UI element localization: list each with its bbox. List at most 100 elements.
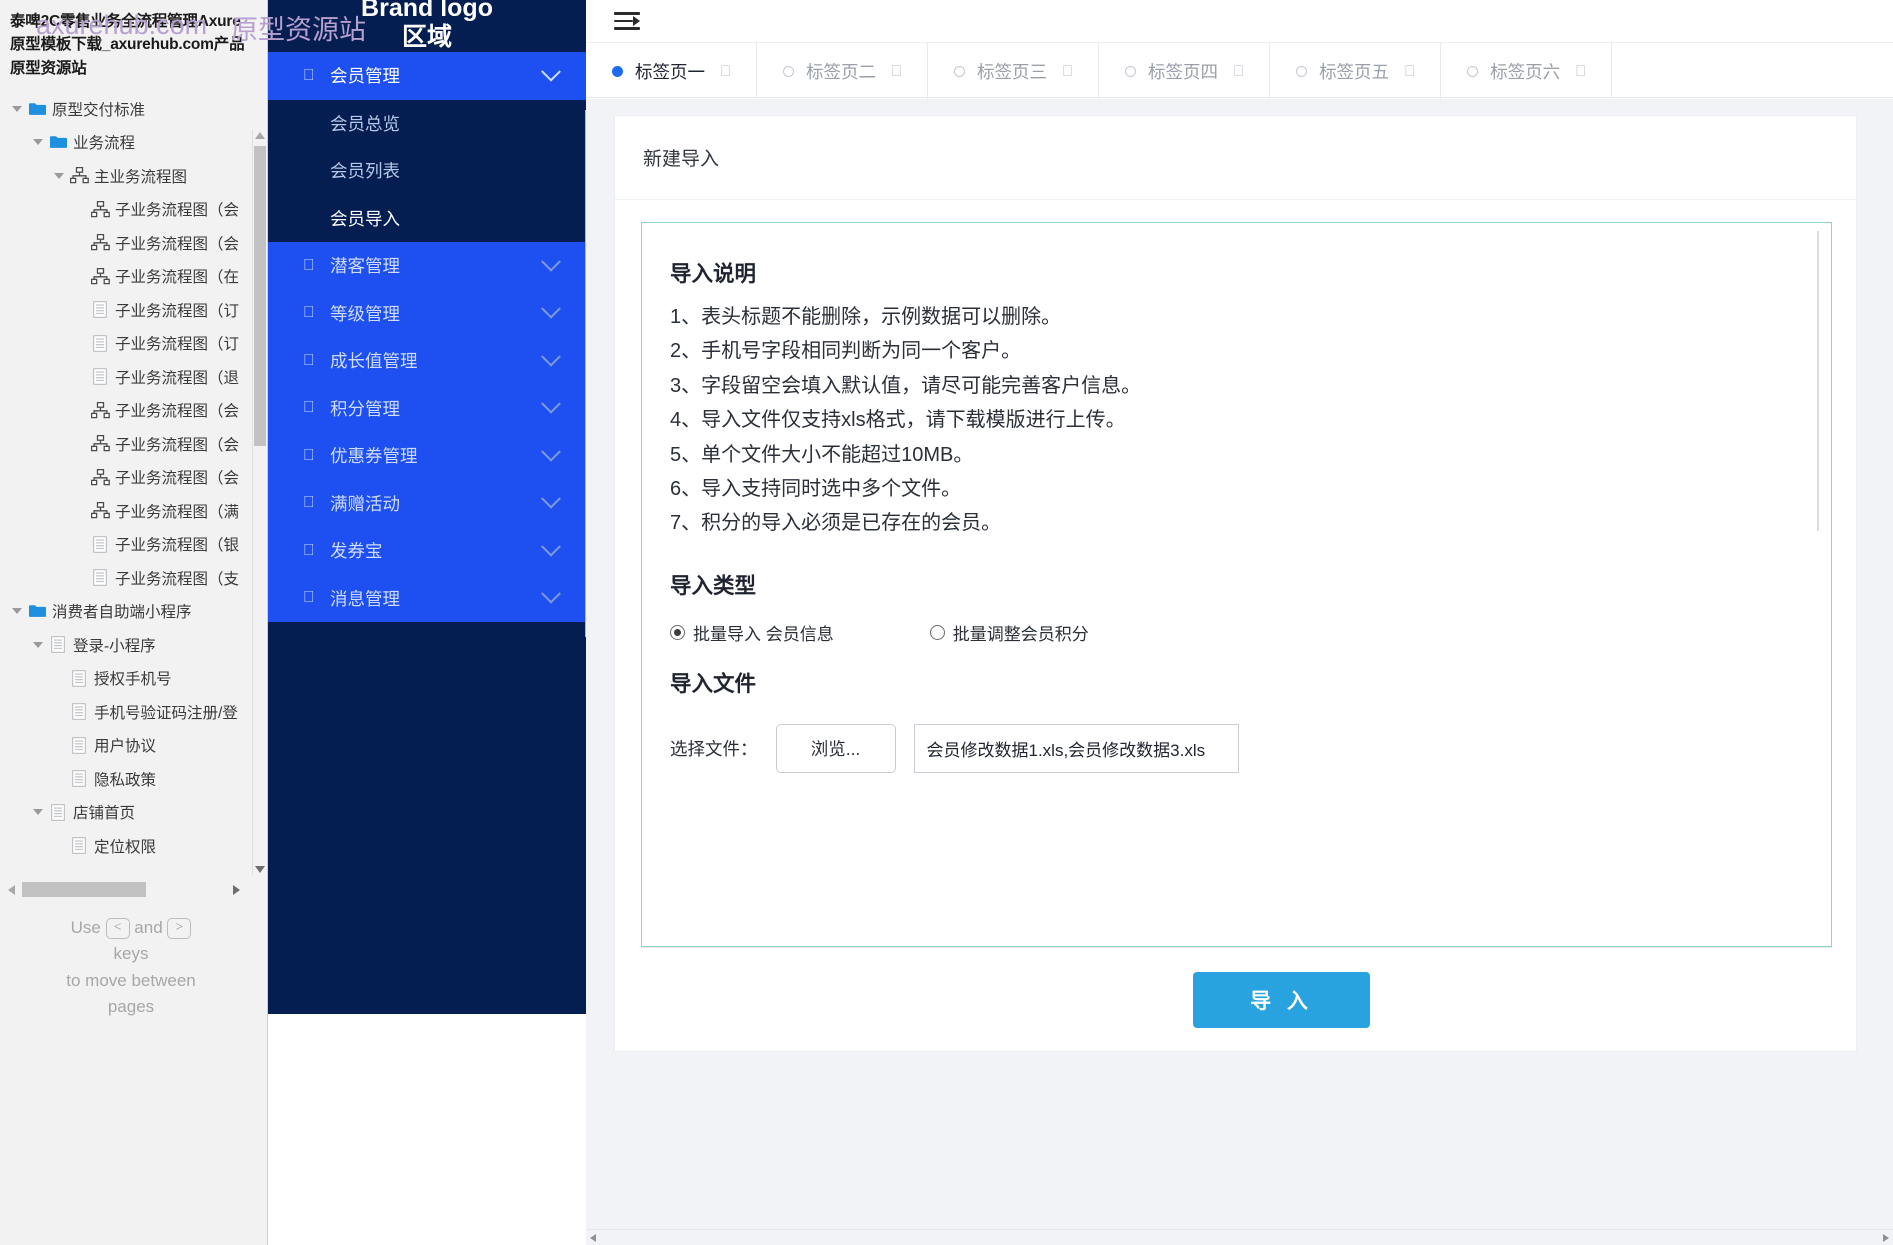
tree-item[interactable]: 子业务流程图（订 [0,326,267,360]
chevron-down-icon[interactable] [541,61,561,82]
tree-item[interactable]: 子业务流程图（会 [0,460,267,494]
radio-button[interactable] [929,624,945,640]
nav-item-label: 会员管理 [330,66,400,87]
tab-6[interactable]: 标签页六 ⎕ [1441,43,1613,99]
expand-caret-icon[interactable] [50,172,68,179]
nav-item-9[interactable]: ⎕ 满赠活动 [268,479,586,527]
instructions-scroll-indicator[interactable] [1817,231,1819,531]
browse-button[interactable]: 浏览... [775,723,896,773]
tree-item[interactable]: 子业务流程图（会 [0,393,267,427]
nav-item-label: 消息管理 [330,588,400,609]
chevron-down-icon[interactable] [541,536,561,557]
tab-status-dot [1467,65,1479,77]
page-horizontal-scrollbar[interactable] [586,1229,1893,1245]
scrollbar-thumb-horizontal[interactable] [22,882,146,897]
expand-caret-icon[interactable] [29,809,47,815]
tree-item[interactable]: 子业务流程图（银 [0,527,267,561]
scroll-up-icon[interactable] [255,132,265,139]
tab-bar[interactable]: 标签页一 ⎕ 标签页二 ⎕ 标签页三 ⎕ 标签页四 ⎕ 标签页五 ⎕ 标签页六 ⎕ [586,42,1893,99]
prev-page-key[interactable]: < [105,918,130,939]
nav-item-8[interactable]: ⎕ 优惠券管理 [268,432,586,480]
tree-item-label: 子业务流程图（在 [115,269,240,286]
nav-item-4[interactable]: ⎕ 潜客管理 [268,242,586,290]
tree-item[interactable]: 子业务流程图（退 [0,360,267,394]
page-scroll-left-icon[interactable] [590,1234,596,1242]
tree-item[interactable]: 用户协议 [0,728,267,762]
nav-item-3[interactable]: 会员导入 [268,194,586,242]
brand-logo: Brand logo区域 [268,0,586,52]
tree-item[interactable]: 定位权限 [0,829,267,863]
sitemap-tree[interactable]: 原型交付标准 业务流程 主业务流程图 子业务流程图（会 子业务流程图（会 子业务流程图（在… [0,84,267,863]
scrollbar-thumb[interactable] [254,146,266,446]
tree-item[interactable]: 子业务流程图（支 [0,561,267,595]
close-icon[interactable]: ⎕ [1576,63,1585,80]
scroll-right-icon[interactable] [233,885,240,895]
app-sidebar[interactable]: Brand logo区域 ⎕ 会员管理 会员总览 会员列表 会员导入 ⎕ 潜客管理 ⎕ 等级管理… [268,0,586,1014]
tree-horizontal-scrollbar[interactable] [4,880,262,898]
import-button[interactable]: 导 入 [1193,971,1370,1028]
chevron-down-icon[interactable] [541,441,561,462]
nav-item-0[interactable]: ⎕ 会员管理 [268,52,586,100]
nav-item-10[interactable]: ⎕ 发券宝 [268,527,586,575]
tree-vertical-scrollbar[interactable] [252,130,266,875]
tree-item[interactable]: 店铺首页 [0,795,267,829]
import-type-option-2[interactable]: 批量调整会员积分 [929,620,1089,645]
nav-item-7[interactable]: ⎕ 积分管理 [268,384,586,432]
chevron-down-icon[interactable] [541,346,561,367]
page-icon [68,736,90,754]
tree-item[interactable]: 登录-小程序 [0,628,267,662]
menu-collapse-icon[interactable] [614,11,640,31]
radio-button[interactable] [670,624,685,640]
chevron-down-icon[interactable] [541,299,561,319]
tab-1[interactable]: 标签页一 ⎕ [586,43,758,99]
tree-item[interactable]: 隐私政策 [0,762,267,796]
tree-item[interactable]: 消费者自助端小程序 [0,594,267,628]
tree-item[interactable]: 子业务流程图（会 [0,192,267,226]
next-page-key[interactable]: > [167,918,192,939]
nav-item-6[interactable]: ⎕ 成长值管理 [268,337,586,385]
expand-caret-icon[interactable] [29,139,47,145]
chevron-down-icon[interactable] [541,489,561,509]
scroll-down-icon[interactable] [255,866,265,873]
import-type-option-1[interactable]: 批量导入 会员信息 [670,620,834,645]
tab-label: 标签页一 [635,61,705,82]
tree-item[interactable]: 授权手机号 [0,661,267,695]
page-scroll-right-icon[interactable] [1883,1234,1889,1242]
nav-item-5[interactable]: ⎕ 等级管理 [268,289,586,337]
flow-icon [89,435,111,452]
app-nav-list[interactable]: ⎕ 会员管理 会员总览 会员列表 会员导入 ⎕ 潜客管理 ⎕ 等级管理 ⎕ 成长值管理 ⎕ 积分管理 ⎕ 优… [268,52,586,622]
import-type-radio-group[interactable]: 批量导入 会员信息 批量调整会员积分 [670,620,1831,645]
tab-3[interactable]: 标签页三 ⎕ [928,43,1100,99]
tree-item[interactable]: 子业务流程图（会 [0,427,267,461]
nav-item-1[interactable]: 会员总览 [268,99,586,147]
close-icon[interactable]: ⎕ [721,63,730,80]
import-card: 新建导入 导入说明 1、表头标题不能删除，示例数据可以删除。 2、手机号字段相同判… [614,115,1857,1052]
axure-sitemap-panel[interactable]: 泰啤2C零售业务全流程管理Axure原型模板下载_axurehub.com产品原… [0,0,268,1245]
tree-item[interactable]: 子业务流程图（在 [0,259,267,293]
tree-item[interactable]: 子业务流程图（满 [0,494,267,528]
scroll-left-icon[interactable] [8,885,15,895]
tree-item[interactable]: 子业务流程图（订 [0,293,267,327]
import-type-title: 导入类型 [670,573,757,598]
expand-caret-icon[interactable] [29,641,47,648]
nav-item-11[interactable]: ⎕ 消息管理 [268,574,586,622]
tree-item[interactable]: 业务流程 [0,125,267,159]
tree-item[interactable]: 原型交付标准 [0,92,267,126]
close-icon[interactable]: ⎕ [1234,63,1243,80]
expand-caret-icon[interactable] [8,105,26,112]
tree-item[interactable]: 子业务流程图（会 [0,226,267,260]
selected-files-field[interactable]: 会员修改数据1.xls,会员修改数据3.xls [913,723,1239,773]
tree-item[interactable]: 手机号验证码注册/登 [0,695,267,729]
chevron-down-icon[interactable] [541,394,561,414]
tab-4[interactable]: 标签页四 ⎕ [1099,43,1271,99]
chevron-down-icon[interactable] [541,251,561,272]
close-icon[interactable]: ⎕ [892,63,901,80]
tree-item[interactable]: 主业务流程图 [0,159,267,193]
nav-item-2[interactable]: 会员列表 [268,147,586,195]
tab-2[interactable]: 标签页二 ⎕ [757,43,929,99]
close-icon[interactable]: ⎕ [1063,63,1072,80]
tab-5[interactable]: 标签页五 ⎕ [1270,43,1442,99]
close-icon[interactable]: ⎕ [1405,63,1414,80]
chevron-down-icon[interactable] [541,584,561,604]
expand-caret-icon[interactable] [8,608,26,614]
